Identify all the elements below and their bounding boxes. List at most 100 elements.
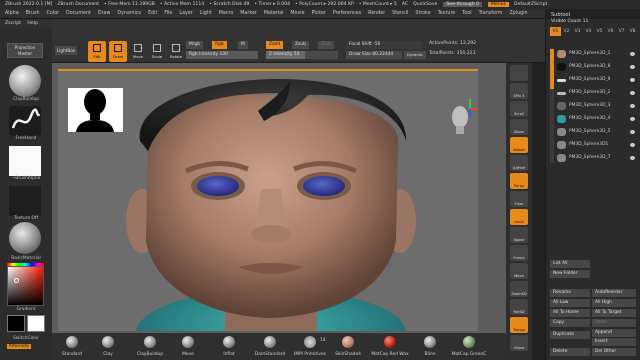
all-low-button[interactable]: All Low (550, 299, 590, 307)
spix-button[interactable]: SPix 3 (510, 83, 528, 99)
ac-button[interactable]: AC (402, 2, 408, 7)
brush-clay[interactable]: Clay (88, 333, 128, 360)
subtool-row[interactable]: PM3D_Sphere3D_5 (557, 127, 637, 137)
version-v5[interactable]: V5 (594, 27, 605, 36)
menu-dynamics[interactable]: Dynamics (117, 11, 141, 16)
persp-button[interactable]: Persp (510, 173, 528, 189)
bpr-button[interactable] (510, 65, 528, 81)
eye-icon[interactable] (630, 65, 635, 69)
eye-icon[interactable] (630, 78, 635, 82)
viewport[interactable] (58, 69, 478, 331)
subtool-row[interactable]: PM3D_Sphere3D1 (557, 140, 637, 150)
insert-button[interactable]: Insert (592, 338, 636, 346)
secondary-color-swatch[interactable] (27, 315, 45, 332)
frame-button[interactable]: Frame (510, 245, 528, 261)
projection-master-button[interactable]: Projection Master (7, 43, 43, 58)
version-v8[interactable]: V8 (627, 27, 638, 36)
brush-move[interactable]: Move (168, 333, 208, 360)
menu-tool[interactable]: Tool (462, 11, 471, 16)
menu-zscript[interactable]: Zscript (5, 21, 21, 26)
color-picker[interactable] (7, 266, 44, 306)
subtool-row[interactable]: PM3D_Sphere3D_8 (557, 62, 637, 72)
menu-texture[interactable]: Texture (438, 11, 456, 16)
eye-icon[interactable] (630, 104, 635, 108)
z-intensity-slider[interactable]: Z Intensity 54 (266, 51, 338, 59)
subtool-row[interactable]: PM3D_Sphere3D_9 (557, 75, 637, 85)
default-zscript[interactable]: DefaultZScript (514, 2, 547, 7)
scroll-button[interactable]: Scroll (510, 101, 528, 117)
auto-reorder-button[interactable]: AutoReorder (592, 289, 636, 297)
all-to-target-button[interactable]: All To Target (592, 309, 636, 317)
brush-claybuildup[interactable]: ClayBuildup (130, 333, 170, 360)
see-through-slider[interactable]: See-through 0 (443, 2, 483, 7)
menu-alpha[interactable]: Alpha (5, 11, 19, 16)
menu-zplugin[interactable]: Zplugin (509, 11, 527, 16)
scale-button[interactable]: Scale (148, 41, 166, 62)
rotate3d-button[interactable]: RotSD (510, 299, 528, 315)
brush-inflat[interactable]: Inflat (209, 333, 249, 360)
menu-file[interactable]: File (164, 11, 172, 16)
subtool-title[interactable]: Subtool (551, 12, 570, 18)
menu-preferences[interactable]: Preferences (333, 11, 361, 16)
brush-thumbnail[interactable] (9, 65, 41, 97)
subtool-row[interactable]: PM3D_Sphere3D_4 (557, 114, 637, 124)
eye-icon[interactable] (630, 130, 635, 134)
xpose-button[interactable]: Xpose (510, 227, 528, 243)
switch-color-label[interactable]: SwitchColor (0, 336, 52, 341)
menu-marker[interactable]: Marker (240, 11, 257, 16)
reference-image[interactable] (68, 88, 123, 132)
version-v4[interactable]: V4 (583, 27, 594, 36)
brush-damstandard[interactable]: DamStandard (250, 333, 290, 360)
subtool-scrollbar[interactable] (550, 49, 554, 163)
color-picker-cursor[interactable] (14, 278, 19, 283)
gradient-label[interactable]: Gradient (0, 307, 52, 312)
stroke-thumbnail[interactable] (9, 106, 41, 136)
new-folder-button[interactable]: New Folder (550, 270, 590, 278)
menu-draw[interactable]: Draw (98, 11, 111, 16)
rgb-button[interactable]: Rgb (212, 41, 227, 49)
version-v3[interactable]: V3 (572, 27, 583, 36)
rename-button[interactable]: Rename (550, 289, 590, 297)
ghost-button[interactable]: Ghost (510, 335, 528, 351)
eye-icon[interactable] (630, 91, 635, 95)
brush-standard[interactable]: Standard (52, 333, 92, 360)
move-button[interactable]: Move (129, 41, 147, 62)
local-button[interactable]: Local (510, 209, 528, 225)
eye-icon[interactable] (630, 156, 635, 160)
menu-picker[interactable]: Picker (312, 11, 326, 16)
menus-toggle[interactable]: Menus (488, 2, 510, 7)
zoom-button[interactable]: Zoom (510, 119, 528, 135)
material-matcap-greenc[interactable]: MatCap GreenC (449, 333, 489, 360)
version-v6[interactable]: V6 (605, 27, 616, 36)
menu-color[interactable]: Color (46, 11, 59, 16)
rotate-button[interactable]: Rotate (167, 41, 185, 62)
focal-shift-slider[interactable]: Focal Shift -56 (346, 41, 422, 49)
eye-icon[interactable] (630, 52, 635, 56)
menu-stencil[interactable]: Stencil (392, 11, 408, 16)
mrgb-button[interactable]: Mrgb (186, 41, 204, 49)
material-blinn[interactable]: Blinn (410, 333, 450, 360)
paste-button[interactable]: Paste (592, 319, 636, 327)
menu-help[interactable]: Help (27, 21, 37, 26)
append-button[interactable]: Append (592, 329, 636, 337)
move-view-button[interactable]: Move (510, 263, 528, 279)
edit-button[interactable]: Edit (88, 41, 106, 62)
aahalf-button[interactable]: AAHalf (510, 155, 528, 171)
version-v1[interactable]: V1 (550, 27, 561, 36)
all-high-button[interactable]: All High (592, 299, 636, 307)
menu-transform[interactable]: Transform (479, 11, 503, 16)
alpha-thumbnail[interactable] (9, 146, 41, 176)
duplicate-button[interactable]: Duplicate (550, 331, 590, 339)
menu-document[interactable]: Document (66, 11, 91, 16)
quicksave-button[interactable]: QuickSave (413, 2, 437, 7)
menu-material[interactable]: Material (264, 11, 284, 16)
zcut-button[interactable]: Zcut (318, 41, 334, 49)
material-skinshade4[interactable]: SkinShade4 (328, 333, 368, 360)
zsub-button[interactable]: Zsub (292, 41, 309, 49)
rgb-intensity-slider[interactable]: Rgb Intensity 100 (186, 51, 258, 59)
menu-layer[interactable]: Layer (179, 11, 192, 16)
draw-size-slider[interactable]: Draw Size 80.22444 (346, 51, 402, 59)
floor-button[interactable]: Floor (510, 191, 528, 207)
navigation-gizmo[interactable] (448, 97, 478, 139)
menu-movie[interactable]: Movie (290, 11, 304, 16)
